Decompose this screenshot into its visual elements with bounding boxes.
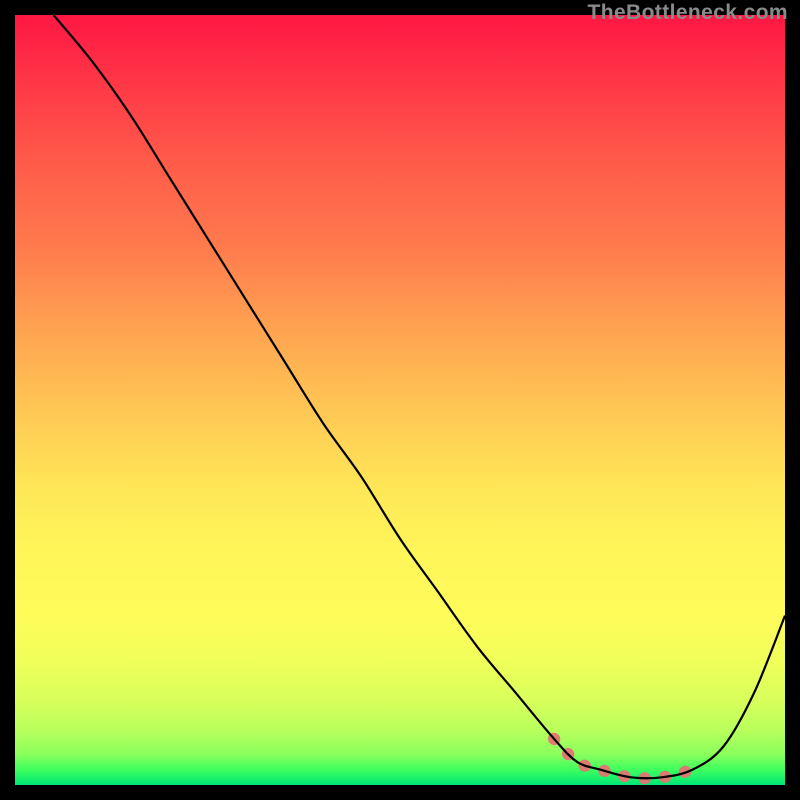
chart-container: TheBottleneck.com	[0, 0, 800, 800]
bottleneck-curve	[54, 15, 786, 778]
curve-svg	[15, 15, 785, 785]
optimal-zone-highlight	[554, 739, 693, 778]
attribution-label: TheBottleneck.com	[587, 1, 788, 25]
